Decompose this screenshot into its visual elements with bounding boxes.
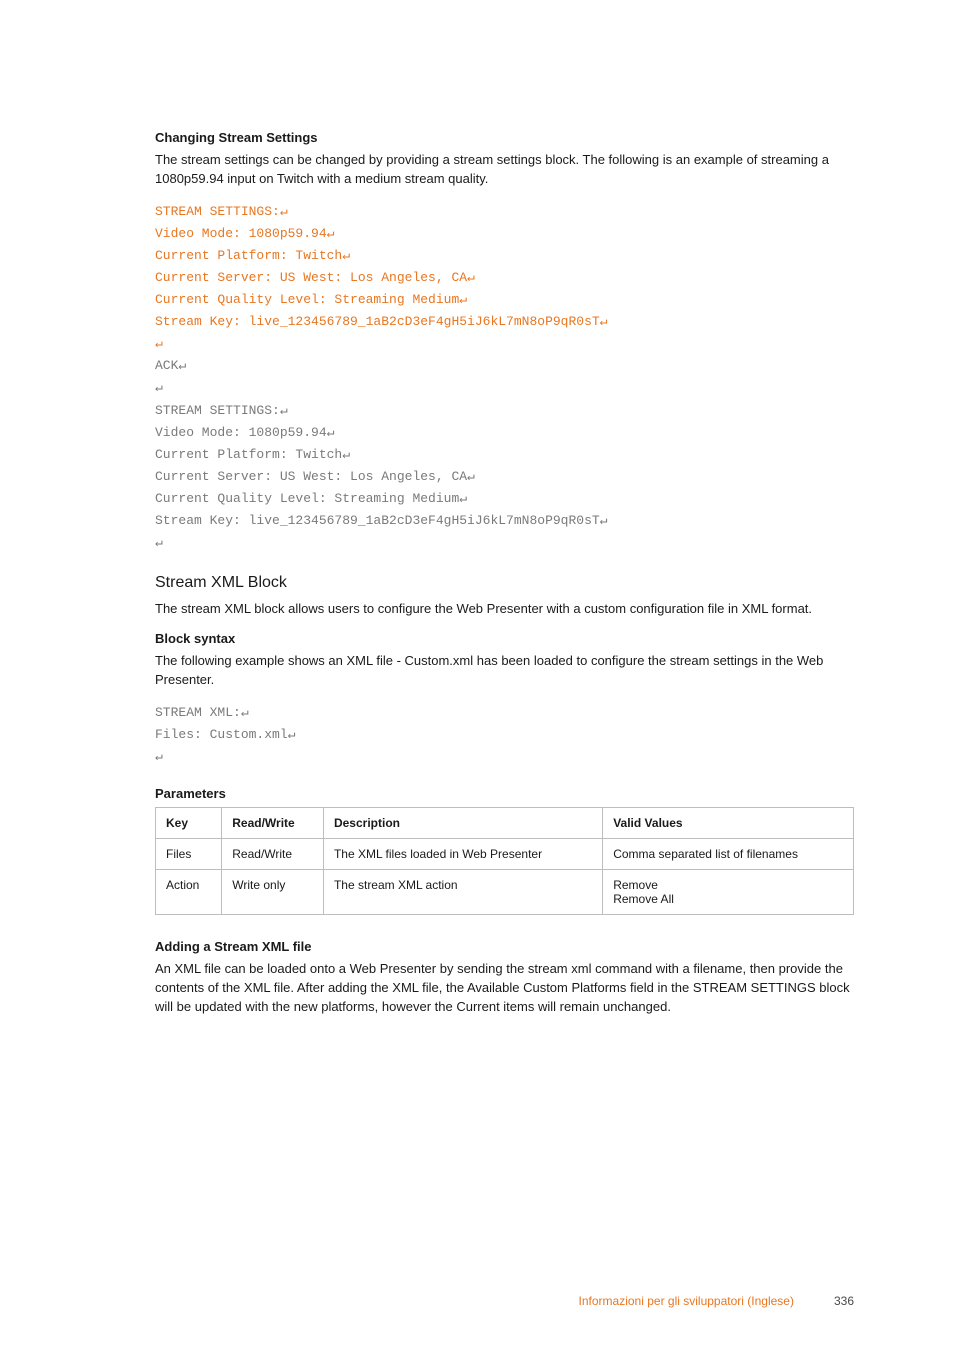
heading-parameters: Parameters — [155, 786, 854, 801]
td-desc: The stream XML action — [323, 870, 602, 915]
paragraph-stream-xml-block: The stream XML block allows users to con… — [155, 600, 854, 619]
th-readwrite: Read/Write — [222, 808, 324, 839]
code-orange-segment: STREAM SETTINGS:↵ Video Mode: 1080p59.94… — [155, 204, 608, 352]
heading-adding-stream-xml: Adding a Stream XML file — [155, 939, 854, 954]
paragraph-block-syntax: The following example shows an XML file … — [155, 652, 854, 690]
code-grey-segment: ACK↵ ↵ STREAM SETTINGS:↵ Video Mode: 108… — [155, 358, 608, 550]
td-key: Files — [156, 839, 222, 870]
section-parameters: Parameters Key Read/Write Description Va… — [155, 786, 854, 915]
table-header-row: Key Read/Write Description Valid Values — [156, 808, 854, 839]
footer-section-name: Informazioni per gli sviluppatori (Ingle… — [579, 1294, 794, 1308]
paragraph-changing-stream: The stream settings can be changed by pr… — [155, 151, 854, 189]
section-adding-stream-xml: Adding a Stream XML file An XML file can… — [155, 939, 854, 1017]
code-block-stream-xml: STREAM XML:↵ Files: Custom.xml↵ ↵ — [155, 702, 854, 768]
table-row: Action Write only The stream XML action … — [156, 870, 854, 915]
code-block-stream-settings: STREAM SETTINGS:↵ Video Mode: 1080p59.94… — [155, 201, 854, 555]
heading-changing-stream: Changing Stream Settings — [155, 130, 854, 145]
th-key: Key — [156, 808, 222, 839]
td-valid: Remove Remove All — [603, 870, 854, 915]
parameters-table: Key Read/Write Description Valid Values … — [155, 807, 854, 915]
td-desc: The XML files loaded in Web Presenter — [323, 839, 602, 870]
section-block-syntax: Block syntax The following example shows… — [155, 631, 854, 768]
page-content: Changing Stream Settings The stream sett… — [0, 0, 954, 1069]
section-stream-xml-block: Stream XML Block The stream XML block al… — [155, 574, 854, 619]
td-valid: Comma separated list of filenames — [603, 839, 854, 870]
th-validvalues: Valid Values — [603, 808, 854, 839]
heading-stream-xml-block: Stream XML Block — [155, 574, 854, 592]
footer-page-number: 336 — [834, 1294, 854, 1308]
table-row: Files Read/Write The XML files loaded in… — [156, 839, 854, 870]
td-key: Action — [156, 870, 222, 915]
td-rw: Read/Write — [222, 839, 324, 870]
page-footer: Informazioni per gli sviluppatori (Ingle… — [155, 1294, 854, 1308]
td-rw: Write only — [222, 870, 324, 915]
paragraph-adding-stream-xml: An XML file can be loaded onto a Web Pre… — [155, 960, 854, 1017]
th-description: Description — [323, 808, 602, 839]
section-changing-stream: Changing Stream Settings The stream sett… — [155, 130, 854, 554]
heading-block-syntax: Block syntax — [155, 631, 854, 646]
